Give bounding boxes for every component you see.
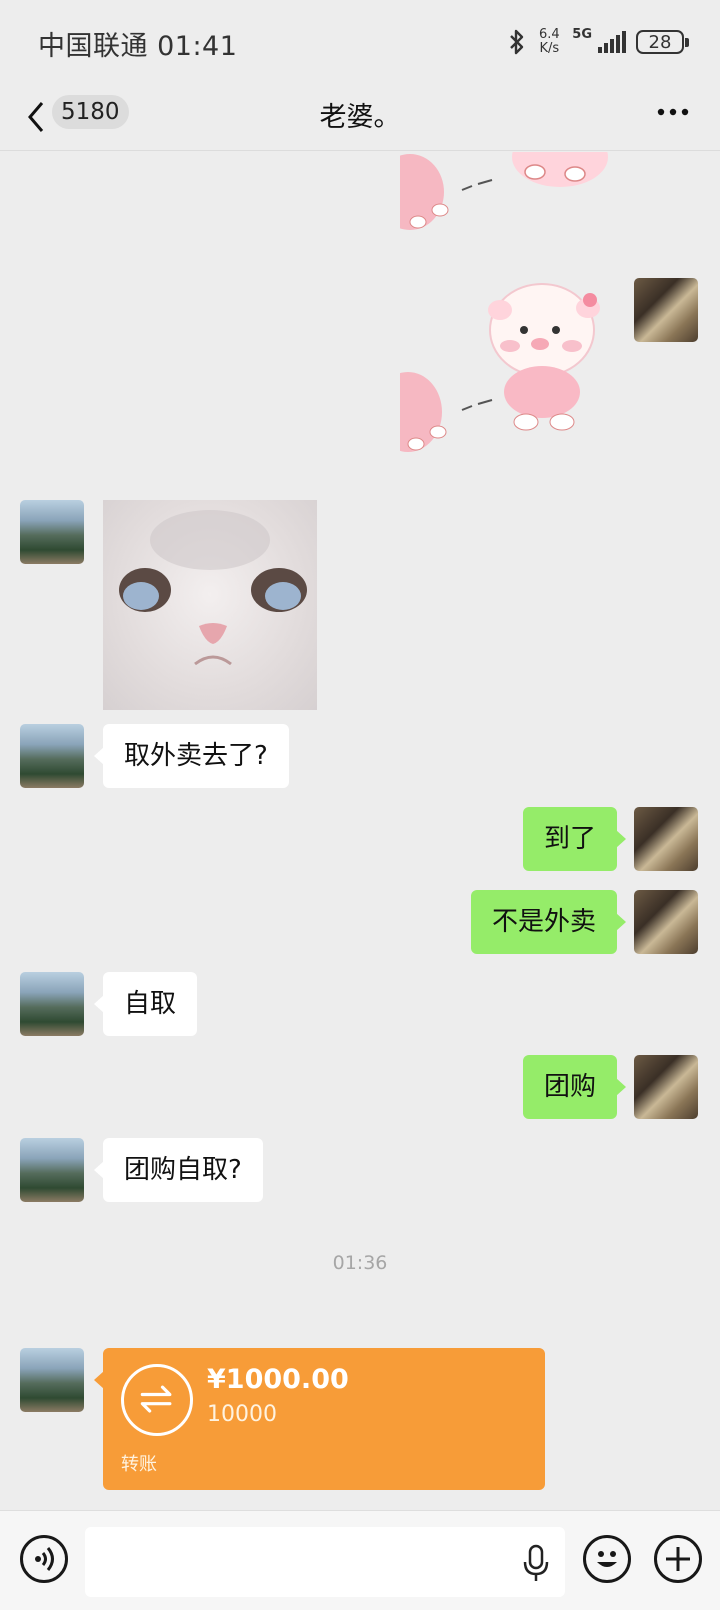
received-message[interactable]: 自取 [93,972,198,1036]
more-dots-icon[interactable] [656,107,690,117]
cat-image-message[interactable] [103,500,317,710]
self-avatar[interactable] [634,890,698,954]
self-avatar[interactable] [634,807,698,871]
input-bar [0,1510,720,1610]
transfer-card[interactable]: ¥1000.00 10000 转账 [94,1348,545,1490]
received-message[interactable]: 团购自取? [94,1138,263,1202]
status-bar: 中国联通 01:41 6.4 K/s 5G 28 [0,0,720,85]
transfer-note: 10000 [207,1402,277,1427]
net-speed-value: 6.4 [538,27,560,42]
bluetooth-icon [510,29,524,55]
message-timestamp: 01:36 [332,1252,388,1274]
pig-sticker-message[interactable] [400,152,620,242]
contact-avatar[interactable] [20,724,84,788]
transfer-amount: ¥1000.00 [207,1364,349,1395]
battery-level: 28 [648,31,672,53]
voice-toggle-icon [35,1547,54,1571]
status-icons: 6.4 K/s 5G 28 [508,22,689,62]
plus-icon [666,1547,690,1571]
chat-title: 老婆。 [319,102,401,133]
message-input[interactable] [85,1527,565,1597]
cat-face-image [119,510,307,666]
emoji-icon [597,1551,617,1567]
microphone-icon[interactable] [521,1543,551,1583]
message-list[interactable]: 取外卖去了? 到了 不是外卖 自取 团购 团购自取? 01:36 ¥1000.0… [0,152,720,1510]
received-message[interactable]: 取外卖去了? [94,724,289,788]
chat-header: 5180 老婆。 [0,85,720,151]
sent-message[interactable]: 不是外卖 [470,890,627,954]
net-speed-unit: K/s [539,41,560,56]
emoji-button[interactable] [583,1535,631,1583]
pig-sticker-message[interactable] [400,282,620,472]
carrier-time: 中国联通 01:41 [38,31,238,62]
signal-icon [598,31,626,53]
network-type: 5G [572,26,592,42]
battery-icon: 28 [636,30,689,54]
contact-avatar[interactable] [20,1348,84,1412]
contact-avatar[interactable] [20,972,84,1036]
more-functions-button[interactable] [654,1535,702,1583]
voice-toggle-button[interactable] [20,1535,68,1583]
self-avatar[interactable] [634,1055,698,1119]
self-avatar[interactable] [634,278,698,342]
transfer-label: 转账 [121,1454,157,1475]
net-speed: 6.4 K/s [536,28,562,56]
contact-avatar[interactable] [20,1138,84,1202]
sent-message[interactable]: 到了 [522,807,627,871]
sent-message[interactable]: 团购 [522,1055,627,1119]
contact-avatar[interactable] [20,500,84,564]
transfer-arrows-icon [121,1364,193,1436]
